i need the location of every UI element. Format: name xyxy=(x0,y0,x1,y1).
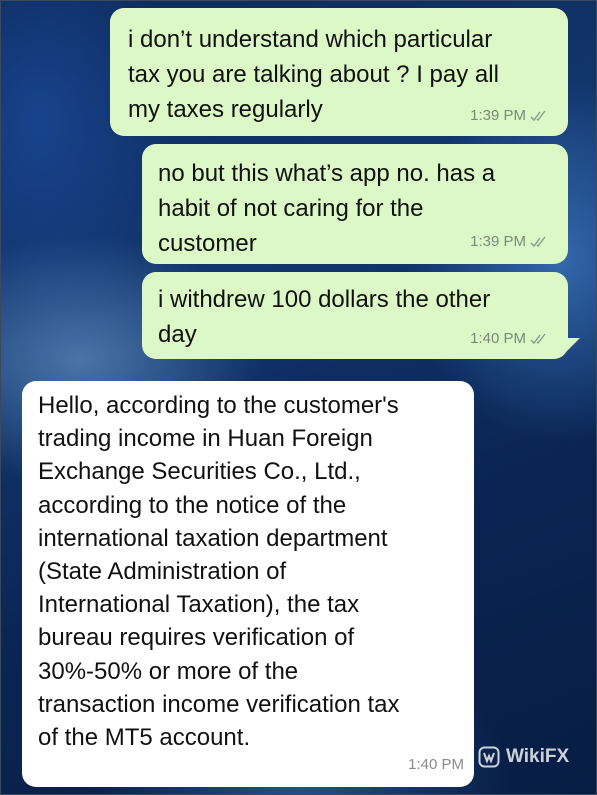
message-timestamp: 1:39 PM xyxy=(470,107,526,124)
message-meta: 1:40 PM xyxy=(408,757,464,773)
message-meta: 1:40 PM xyxy=(470,331,550,347)
message-timestamp: 1:39 PM xyxy=(470,233,526,250)
double-check-icon xyxy=(530,110,546,122)
message-meta: 1:39 PM xyxy=(470,234,550,250)
message-timestamp: 1:40 PM xyxy=(408,756,464,773)
wikifx-logo-icon xyxy=(478,746,500,768)
message-meta: 1:39 PM xyxy=(470,108,550,124)
outgoing-message-bubble[interactable]: no but this what’s app no. has a habit o… xyxy=(142,144,568,264)
outgoing-message-bubble[interactable]: i withdrew 100 dollars the other day 1:4… xyxy=(142,272,568,359)
outgoing-message-bubble[interactable]: i don’t understand which particular tax … xyxy=(110,8,568,136)
message-text: Hello, according to the customer's tradi… xyxy=(38,392,400,752)
bubble-tail xyxy=(566,338,580,352)
incoming-message-bubble[interactable]: Hello, according to the customer's tradi… xyxy=(22,381,474,787)
double-check-icon xyxy=(530,236,546,248)
double-check-icon xyxy=(530,333,546,345)
watermark-label: WikiFX xyxy=(506,746,570,767)
message-timestamp: 1:40 PM xyxy=(470,330,526,347)
watermark: WikiFX xyxy=(478,746,569,768)
